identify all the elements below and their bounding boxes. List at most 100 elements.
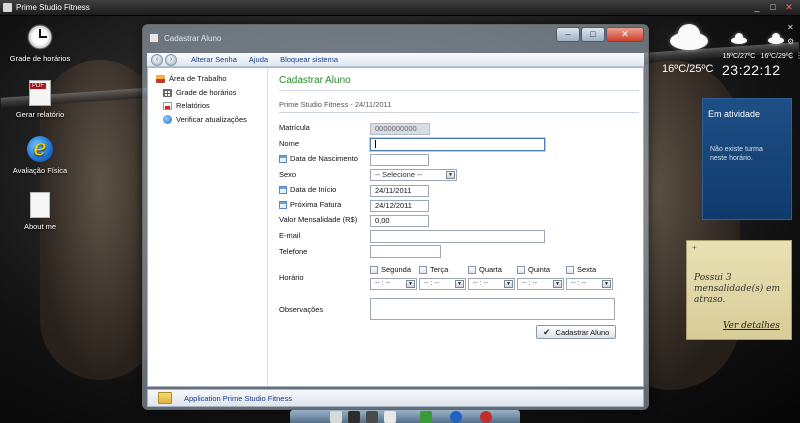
title-divider (279, 90, 639, 91)
email-label-text: E-mail (279, 231, 301, 240)
forward-arrow-icon[interactable]: › (165, 53, 177, 66)
terca-checkbox[interactable] (419, 265, 427, 274)
nascimento-input[interactable] (370, 154, 429, 166)
segunda-time-select[interactable]: -- : -- ▼ (370, 278, 417, 290)
quinta-time-select[interactable]: -- : -- ▼ (517, 278, 564, 290)
app-icon (3, 3, 12, 12)
sidebar-item-relatorios[interactable]: Relatórios (163, 101, 210, 110)
time-value: -- : -- (473, 280, 489, 287)
day-sexta[interactable]: Sexta (566, 265, 596, 274)
nome-input[interactable] (370, 138, 545, 151)
clock-display: 23:22:12 (722, 62, 781, 78)
window-maximize-button[interactable]: □ (581, 27, 605, 42)
chevron-down-icon[interactable]: ▼ (446, 171, 455, 179)
menu-ajuda[interactable]: Ajuda (249, 55, 268, 64)
taskbar-app-icon[interactable] (348, 411, 360, 423)
sexta-time-select[interactable]: -- : -- ▼ (566, 278, 613, 290)
window-controls: – □ ✕ (556, 27, 644, 42)
cloud-icon (731, 33, 747, 44)
nascimento-label-text: Data de Nascimento (290, 154, 358, 163)
day-label: Quinta (528, 265, 551, 274)
quinta-checkbox[interactable] (517, 265, 525, 274)
sidebar: Área de Trabalho Grade de horários Relat… (148, 68, 268, 386)
desktop-icon-gerar-relatorio[interactable]: Gerar relatório (0, 80, 80, 119)
gadget-close-icon[interactable]: ✕ (787, 23, 794, 32)
time-value: -- : -- (424, 280, 440, 287)
chevron-down-icon[interactable]: ▼ (602, 280, 611, 288)
maximize-icon[interactable]: □ (766, 1, 780, 13)
telefone-label-text: Telefone (279, 247, 308, 256)
desktop-icon-label: Grade de horários (9, 54, 71, 63)
status-text: Application Prime Studio Fitness (184, 393, 292, 403)
taskbar-app-icon[interactable] (384, 411, 396, 423)
sexo-selected-value: -- Selecione -- (375, 170, 423, 179)
mensalidade-label: Valor Mensalidade (R$) (279, 215, 357, 224)
gadget-settings-icon[interactable]: ⚙ (787, 37, 794, 46)
segunda-checkbox[interactable] (370, 265, 378, 274)
sidebar-item-verificar-atualizacoes[interactable]: Verificar atualizações (163, 115, 247, 124)
observacoes-textarea[interactable] (370, 298, 615, 320)
form-content: Cadastrar Aluno Prime Studio Fitness - 2… (268, 68, 643, 386)
sidebar-item-grade-horarios[interactable]: Grade de horários (163, 88, 236, 97)
subtitle-divider (279, 112, 639, 113)
add-note-icon[interactable]: + (692, 243, 697, 252)
taskbar-app-icon[interactable] (450, 411, 462, 423)
calendar-icon[interactable] (279, 185, 287, 194)
chevron-down-icon[interactable]: ▼ (553, 280, 562, 288)
day-quinta[interactable]: Quinta (517, 265, 550, 274)
cadastrar-aluno-button[interactable]: ✔ Cadastrar Aluno (536, 325, 617, 339)
time-value: -- : -- (375, 280, 391, 287)
sexta-checkbox[interactable] (566, 265, 574, 274)
back-arrow-icon[interactable]: ‹ (151, 53, 163, 66)
close-icon[interactable]: ✕ (782, 1, 796, 13)
submit-label: Cadastrar Aluno (555, 327, 610, 337)
menu-bloquear-sistema[interactable]: Bloquear sistema (280, 55, 338, 64)
grid-icon (163, 88, 172, 97)
time-value: -- : -- (522, 280, 538, 287)
mensalidade-input[interactable]: 0,00 (370, 215, 429, 227)
desktop-icon-avaliacao-fisica[interactable]: e Avaliação Física (0, 136, 80, 175)
minimize-icon[interactable]: _ (750, 1, 764, 13)
form-title: Cadastrar Aluno (279, 75, 351, 86)
calendar-icon[interactable] (279, 200, 287, 209)
weather-forecast-day2: 16ºC/29ºC (760, 53, 794, 60)
window-title: Cadastrar Aluno (164, 33, 222, 43)
quarta-checkbox[interactable] (468, 265, 476, 274)
quarta-time-select[interactable]: -- : -- ▼ (468, 278, 515, 290)
taskbar-app-icon[interactable] (366, 411, 378, 423)
chevron-down-icon[interactable]: ▼ (406, 280, 415, 288)
time-value: -- : -- (571, 280, 587, 287)
folder-icon (158, 392, 172, 404)
inicio-input[interactable]: 24/11/2011 (370, 185, 429, 197)
window-minimize-button[interactable]: – (556, 27, 580, 42)
matricula-field: 0000000000 (370, 123, 430, 135)
calendar-icon[interactable] (279, 154, 287, 163)
window-app-icon (149, 33, 159, 43)
taskbar-app-icon[interactable] (420, 411, 432, 423)
ver-detalhes-link[interactable]: Ver detalhes (723, 321, 780, 331)
desktop-icon-grade-horarios[interactable]: Grade de horários (0, 24, 80, 63)
day-terca[interactable]: Terça (419, 265, 448, 274)
menu-bar: ‹ › Alterar Senha Ajuda Bloquear sistema (147, 53, 644, 67)
email-input[interactable] (370, 230, 545, 243)
nascimento-label: Data de Nascimento (279, 154, 358, 163)
fatura-input[interactable]: 24/12/2011 (370, 200, 429, 212)
sidebar-item-area-trabalho[interactable]: Área de Trabalho (156, 74, 227, 83)
taskbar-app-icon[interactable] (480, 411, 492, 423)
taskbar (290, 410, 520, 423)
desktop-icon-about-me[interactable]: About me (0, 192, 80, 231)
day-quarta[interactable]: Quarta (468, 265, 502, 274)
cloud-icon (768, 33, 784, 44)
telefone-input[interactable] (370, 245, 441, 258)
check-icon: ✔ (543, 326, 551, 337)
sexo-select[interactable]: -- Selecione -- ▼ (370, 169, 457, 181)
day-segunda[interactable]: Segunda (370, 265, 411, 274)
window-title-bar: Cadastrar Aluno (149, 31, 221, 45)
taskbar-app-icon[interactable] (330, 411, 342, 423)
window-close-button[interactable]: ✕ (606, 27, 644, 42)
window-client-area: Área de Trabalho Grade de horários Relat… (147, 67, 644, 387)
menu-alterar-senha[interactable]: Alterar Senha (191, 55, 237, 64)
chevron-down-icon[interactable]: ▼ (455, 280, 464, 288)
terca-time-select[interactable]: -- : -- ▼ (419, 278, 466, 290)
chevron-down-icon[interactable]: ▼ (504, 280, 513, 288)
